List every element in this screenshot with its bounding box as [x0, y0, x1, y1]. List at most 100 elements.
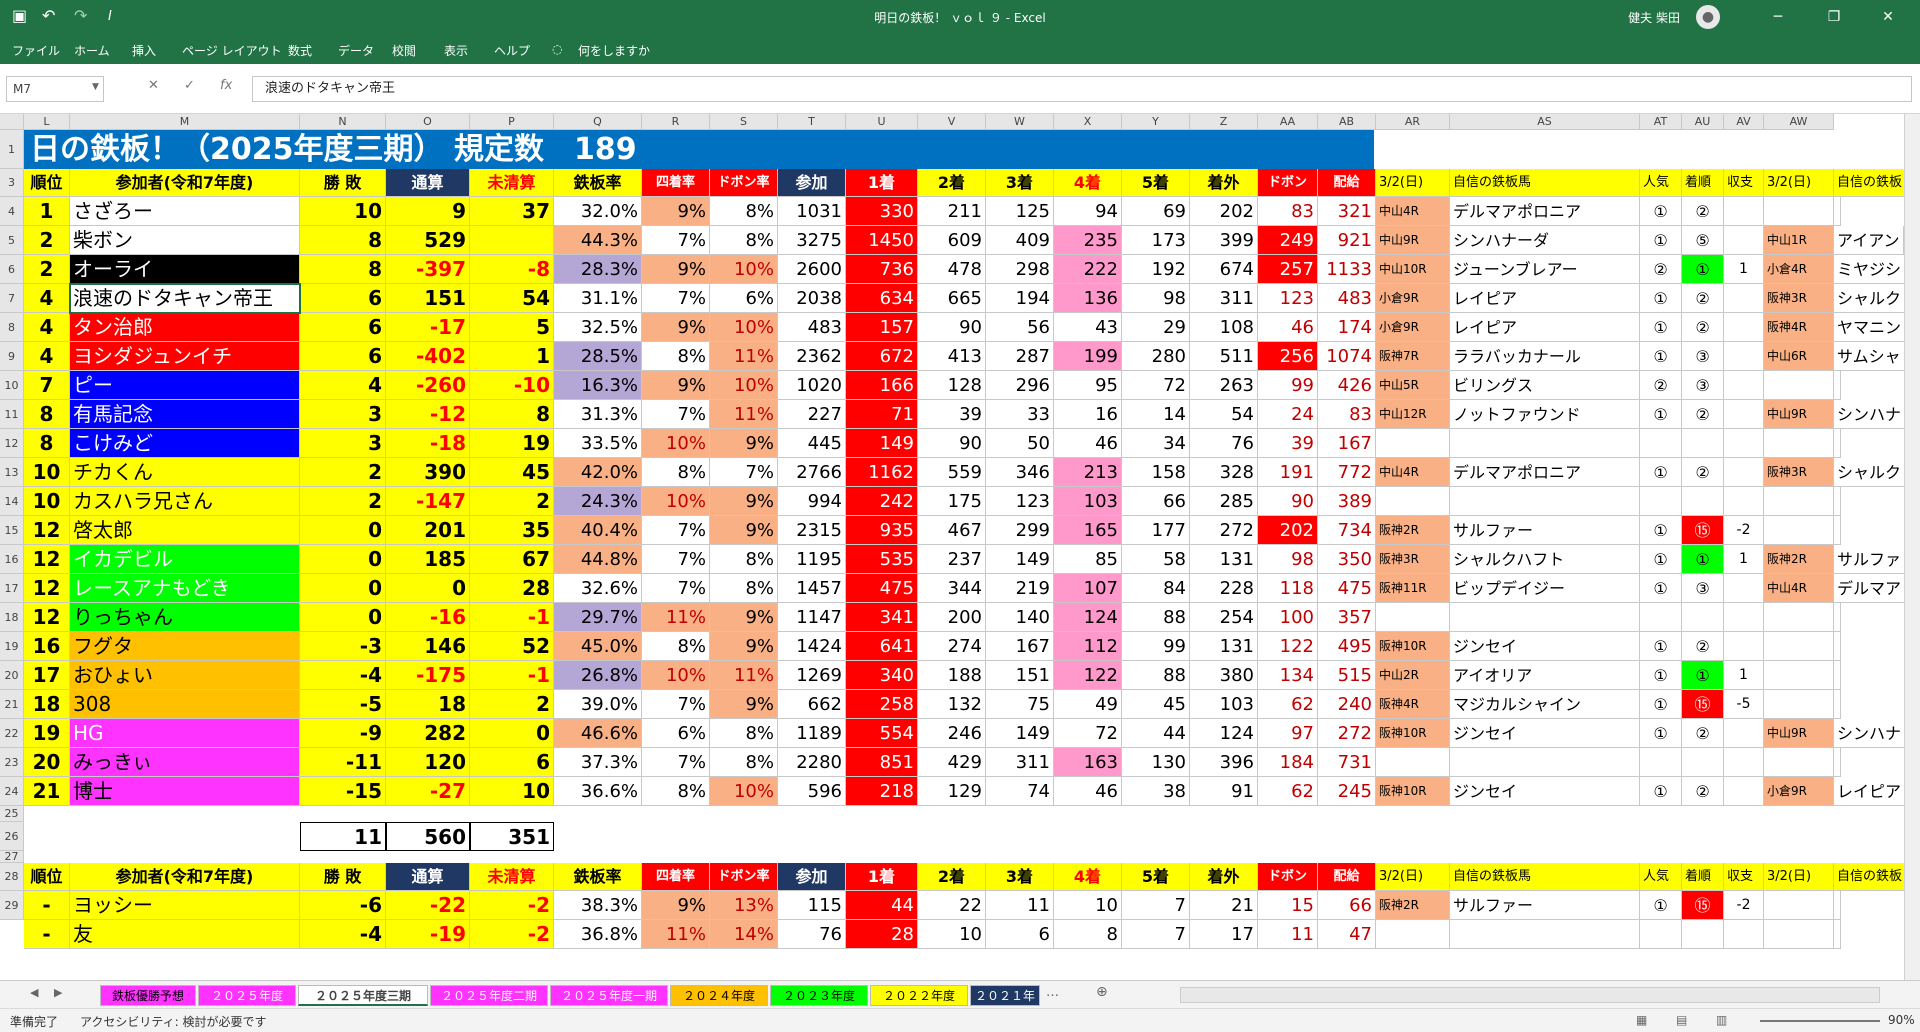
- cell[interactable]: 参加者(令和7年度): [70, 169, 300, 197]
- cell[interactable]: [1764, 197, 1834, 226]
- cell[interactable]: 157: [846, 313, 918, 342]
- cell[interactable]: 1133: [1318, 255, 1376, 284]
- cell[interactable]: [1450, 748, 1640, 777]
- cell[interactable]: 7%: [710, 458, 778, 487]
- column-header[interactable]: T: [778, 114, 846, 130]
- cell[interactable]: 40.4%: [554, 516, 642, 545]
- cell[interactable]: ドボン: [1258, 169, 1318, 197]
- cell[interactable]: 32.0%: [554, 197, 642, 226]
- row-header[interactable]: 26: [0, 822, 24, 851]
- row-header[interactable]: 16: [0, 545, 24, 574]
- cell[interactable]: 280: [1122, 342, 1190, 371]
- cell[interactable]: 227: [778, 400, 846, 429]
- cell[interactable]: 357: [1318, 603, 1376, 632]
- cell[interactable]: 165: [1054, 516, 1122, 545]
- row-header[interactable]: 18: [0, 603, 24, 632]
- cell[interactable]: 6: [300, 342, 386, 371]
- cell[interactable]: 66: [1122, 487, 1190, 516]
- cell[interactable]: 2766: [778, 458, 846, 487]
- cell[interactable]: 0: [470, 719, 554, 748]
- cell[interactable]: 62: [1258, 690, 1318, 719]
- cell[interactable]: [1834, 429, 1841, 458]
- cell[interactable]: 90: [918, 313, 986, 342]
- row-header[interactable]: 13: [0, 458, 24, 487]
- cell[interactable]: 8%: [710, 719, 778, 748]
- cell[interactable]: 2038: [778, 284, 846, 313]
- cell[interactable]: 321: [1318, 197, 1376, 226]
- cell[interactable]: 409: [986, 226, 1054, 255]
- cell[interactable]: 7%: [642, 226, 710, 255]
- cell[interactable]: りっちゃん: [70, 603, 300, 632]
- cell[interactable]: 1074: [1318, 342, 1376, 371]
- cell[interactable]: 12: [24, 574, 70, 603]
- tab-insert[interactable]: 挿入: [132, 42, 156, 59]
- cell[interactable]: デルマア: [1834, 574, 1906, 603]
- cell[interactable]: ②: [1682, 284, 1724, 313]
- cell[interactable]: ①: [1682, 255, 1724, 284]
- cell[interactable]: 149: [986, 545, 1054, 574]
- cell[interactable]: 218: [846, 777, 918, 806]
- cell[interactable]: 阪神10R: [1376, 719, 1450, 748]
- cell[interactable]: 6: [300, 313, 386, 342]
- cell[interactable]: ⑮: [1682, 891, 1724, 920]
- cell[interactable]: [1376, 487, 1450, 516]
- cell[interactable]: 11%: [710, 400, 778, 429]
- cell[interactable]: 95: [1054, 371, 1122, 400]
- cell[interactable]: ドボン: [1258, 863, 1318, 891]
- cell[interactable]: 99: [1258, 371, 1318, 400]
- cell[interactable]: 242: [846, 487, 918, 516]
- cell[interactable]: 351: [470, 822, 554, 851]
- cell[interactable]: 191: [1258, 458, 1318, 487]
- cell[interactable]: ジンセイ: [1450, 719, 1640, 748]
- cell[interactable]: 390: [386, 458, 470, 487]
- cell[interactable]: 118: [1258, 574, 1318, 603]
- cell[interactable]: [1682, 920, 1724, 949]
- row-header[interactable]: 11: [0, 400, 24, 429]
- cell[interactable]: ①: [1640, 458, 1682, 487]
- cell[interactable]: [1764, 371, 1834, 400]
- cell[interactable]: 37.3%: [554, 748, 642, 777]
- cell[interactable]: 9%: [710, 603, 778, 632]
- cell[interactable]: 100: [1258, 603, 1318, 632]
- cell[interactable]: [1724, 632, 1764, 661]
- cell[interactable]: [1724, 777, 1764, 806]
- cell[interactable]: 36.8%: [554, 920, 642, 949]
- cell[interactable]: 9%: [642, 891, 710, 920]
- row-header[interactable]: 29: [0, 891, 24, 920]
- cell[interactable]: サルファー: [1450, 891, 1640, 920]
- cell[interactable]: [1724, 400, 1764, 429]
- cell[interactable]: [1640, 748, 1682, 777]
- cell[interactable]: 12: [24, 545, 70, 574]
- cell[interactable]: シャルク: [1834, 458, 1906, 487]
- cell[interactable]: 10%: [710, 777, 778, 806]
- tab-view[interactable]: 表示: [444, 42, 468, 59]
- cell[interactable]: 45: [1122, 690, 1190, 719]
- cell[interactable]: 124: [1190, 719, 1258, 748]
- cell[interactable]: 1着: [846, 169, 918, 197]
- cell[interactable]: レイピア: [1834, 777, 1906, 806]
- row-header[interactable]: 21: [0, 690, 24, 719]
- cell[interactable]: 3275: [778, 226, 846, 255]
- cell[interactable]: -5: [1724, 690, 1764, 719]
- cell[interactable]: 1195: [778, 545, 846, 574]
- cell[interactable]: 173: [1122, 226, 1190, 255]
- cell[interactable]: アイオリア: [1450, 661, 1640, 690]
- cell[interactable]: 429: [918, 748, 986, 777]
- cell[interactable]: ②: [1682, 777, 1724, 806]
- cell[interactable]: 202: [1258, 516, 1318, 545]
- select-all-corner[interactable]: [0, 114, 24, 130]
- cell[interactable]: 249: [1258, 226, 1318, 255]
- cell[interactable]: 中山9R: [1376, 226, 1450, 255]
- cell[interactable]: 10: [24, 458, 70, 487]
- cell[interactable]: [1834, 632, 1841, 661]
- cell[interactable]: 46: [1054, 429, 1122, 458]
- cell[interactable]: -27: [386, 777, 470, 806]
- cell[interactable]: 134: [1258, 661, 1318, 690]
- cell[interactable]: 1: [24, 197, 70, 226]
- cell[interactable]: 8: [300, 255, 386, 284]
- cell[interactable]: 83: [1318, 400, 1376, 429]
- cell[interactable]: ②: [1682, 197, 1724, 226]
- cell[interactable]: -16: [386, 603, 470, 632]
- cell[interactable]: 50: [986, 429, 1054, 458]
- cell[interactable]: 211: [918, 197, 986, 226]
